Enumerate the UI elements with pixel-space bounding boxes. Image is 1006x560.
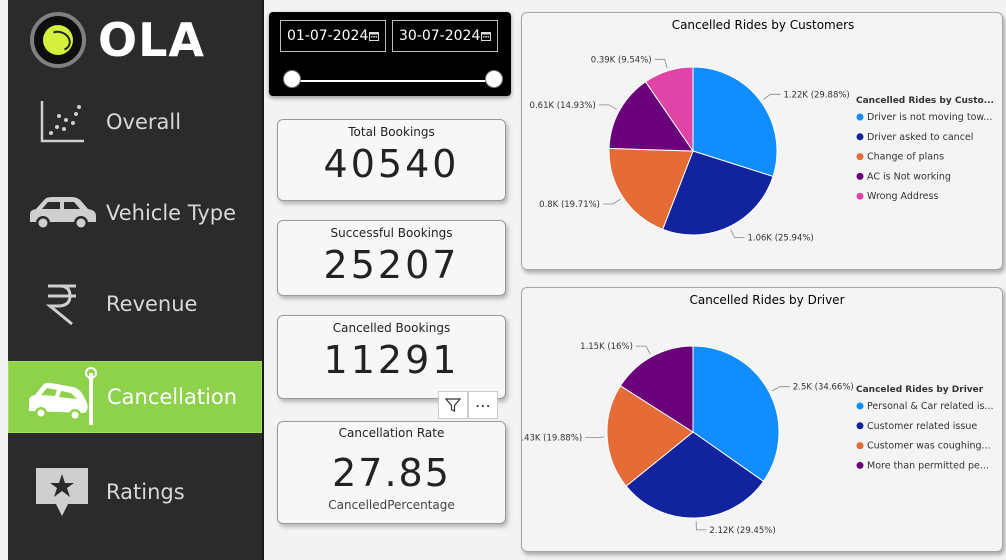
label-leader-line xyxy=(635,345,651,355)
legend-item[interactable]: Customer related issue xyxy=(867,421,977,432)
data-label: 0.39K (9.54%) xyxy=(591,55,652,65)
nav-item-ratings[interactable]: Ratings xyxy=(8,456,262,528)
cancelled-by-driver-card[interactable]: Cancelled Rides by Driver 2.5K (34.66%) 2… xyxy=(521,287,1003,552)
kpi-title: Successful Bookings xyxy=(330,226,453,240)
more-options-icon[interactable]: ⋯ xyxy=(468,391,498,419)
legend-item[interactable]: More than permitted pe... xyxy=(867,460,989,471)
data-label: 1.22K (29.88%) xyxy=(784,90,850,100)
label-leader-line xyxy=(762,93,781,100)
legend-item[interactable]: Customer was coughing... xyxy=(867,441,991,452)
car-icon xyxy=(22,194,102,232)
legend-marker xyxy=(856,172,864,180)
legend-marker xyxy=(856,113,864,121)
data-label: 1.06K (25.94%) xyxy=(748,234,814,244)
legend-title: Canceled Rides by Driver xyxy=(856,385,984,395)
nav-item-cancellation[interactable]: Cancellation xyxy=(8,361,262,433)
kpi-subtitle: CancelledPercentage xyxy=(328,498,455,512)
nav-label-overall: Overall xyxy=(106,110,182,134)
data-label: 2.5K (34.66%) xyxy=(793,383,854,393)
kpi-successful-bookings[interactable]: Successful Bookings 25207 xyxy=(277,220,506,296)
kpi-title: Cancelled Bookings xyxy=(332,321,451,335)
kpi-value: 25207 xyxy=(323,243,460,287)
kpi-cancellation-rate[interactable]: Cancellation Rate 27.85 CancelledPercent… xyxy=(277,421,506,524)
scatter-chart-icon xyxy=(22,99,102,145)
label-leader-line xyxy=(585,436,605,439)
legend-marker xyxy=(856,153,864,161)
nav-label-ratings: Ratings xyxy=(106,480,185,504)
nav-label-revenue: Revenue xyxy=(106,292,198,316)
nav-item-vehicle-type[interactable]: Vehicle Type xyxy=(8,177,262,249)
nav-label-vehicle-type: Vehicle Type xyxy=(106,201,237,225)
cancelled-by-customers-card[interactable]: Cancelled Rides by Customers 1.22K (29.8… xyxy=(521,12,1003,270)
ola-logo: OLA xyxy=(30,12,205,68)
legend-item[interactable]: Wrong Address xyxy=(867,191,938,202)
kpi-total-bookings[interactable]: Total Bookings 40540 xyxy=(277,119,506,201)
label-leader-line xyxy=(771,386,790,392)
chart-title: Cancelled Rides by Driver xyxy=(690,293,845,307)
logo-text: OLA xyxy=(98,13,206,67)
legend-item[interactable]: AC is Not working xyxy=(867,171,951,182)
legend-marker xyxy=(856,402,864,410)
calendar-icon xyxy=(481,32,491,41)
legend-item[interactable]: Driver is not moving tow... xyxy=(867,112,992,123)
legend-item[interactable]: Personal & Car related is... xyxy=(867,401,993,412)
data-label: 0.61K (14.93%) xyxy=(530,101,596,111)
label-leader-line xyxy=(603,198,621,205)
label-leader-line xyxy=(695,520,707,531)
kpi-cancelled-bookings[interactable]: Cancelled Bookings 11291 xyxy=(277,315,506,399)
kpi-value: 27.85 xyxy=(332,451,451,495)
car-crash-icon xyxy=(23,367,103,427)
legend-title: Cancelled Rides by Custo... xyxy=(856,96,994,106)
ola-logo-icon xyxy=(30,12,86,68)
end-date-input[interactable]: 30-07-2024 xyxy=(392,20,498,52)
kpi-title: Cancellation Rate xyxy=(338,426,445,440)
date-range-slicer: 01-07-2024 30-07-2024 xyxy=(269,12,511,96)
date-slider-start-handle[interactable] xyxy=(283,70,301,88)
legend-marker xyxy=(856,192,864,200)
nav-item-revenue[interactable]: Revenue xyxy=(8,268,262,340)
date-slider-end-handle[interactable] xyxy=(485,70,503,88)
legend-item[interactable]: Change of plans xyxy=(867,152,944,163)
kpi-value: 11291 xyxy=(323,338,460,382)
data-label: 2.12K (29.45%) xyxy=(709,526,775,536)
star-chat-icon xyxy=(22,466,102,518)
legend-item[interactable]: Driver asked to cancel xyxy=(867,132,973,143)
rupee-icon xyxy=(22,282,102,326)
filter-icon[interactable] xyxy=(438,391,468,419)
label-leader-line xyxy=(598,104,617,110)
pie-chart-driver: Cancelled Rides by Driver 2.5K (34.66%) 2… xyxy=(522,293,993,536)
data-label: 1.43K (19.88%) xyxy=(522,434,582,444)
start-date-input[interactable]: 01-07-2024 xyxy=(280,20,386,52)
legend-marker xyxy=(856,133,864,141)
date-slider-track[interactable] xyxy=(291,80,493,82)
nav-item-overall[interactable]: Overall xyxy=(8,86,262,158)
visual-header-tools: ⋯ xyxy=(438,391,498,419)
data-label: 1.15K (16%) xyxy=(580,342,633,352)
legend-marker xyxy=(856,422,864,430)
nav-label-cancellation: Cancellation xyxy=(107,385,238,409)
end-date-value: 30-07-2024 xyxy=(399,28,481,44)
data-label: 0.8K (19.71%) xyxy=(539,200,600,210)
start-date-value: 01-07-2024 xyxy=(287,28,369,44)
calendar-icon xyxy=(369,32,379,41)
legend-marker xyxy=(856,442,864,450)
pie-chart-customers: Cancelled Rides by Customers 1.22K (29.8… xyxy=(530,18,994,244)
label-leader-line xyxy=(730,229,745,239)
kpi-value: 40540 xyxy=(323,142,460,186)
legend-marker xyxy=(856,461,864,469)
label-leader-line xyxy=(654,58,668,69)
sidebar-nav: OLA Overall Vehicle Type Revenue Cancell… xyxy=(8,0,264,560)
chart-title: Cancelled Rides by Customers xyxy=(672,18,855,32)
kpi-title: Total Bookings xyxy=(348,125,435,139)
